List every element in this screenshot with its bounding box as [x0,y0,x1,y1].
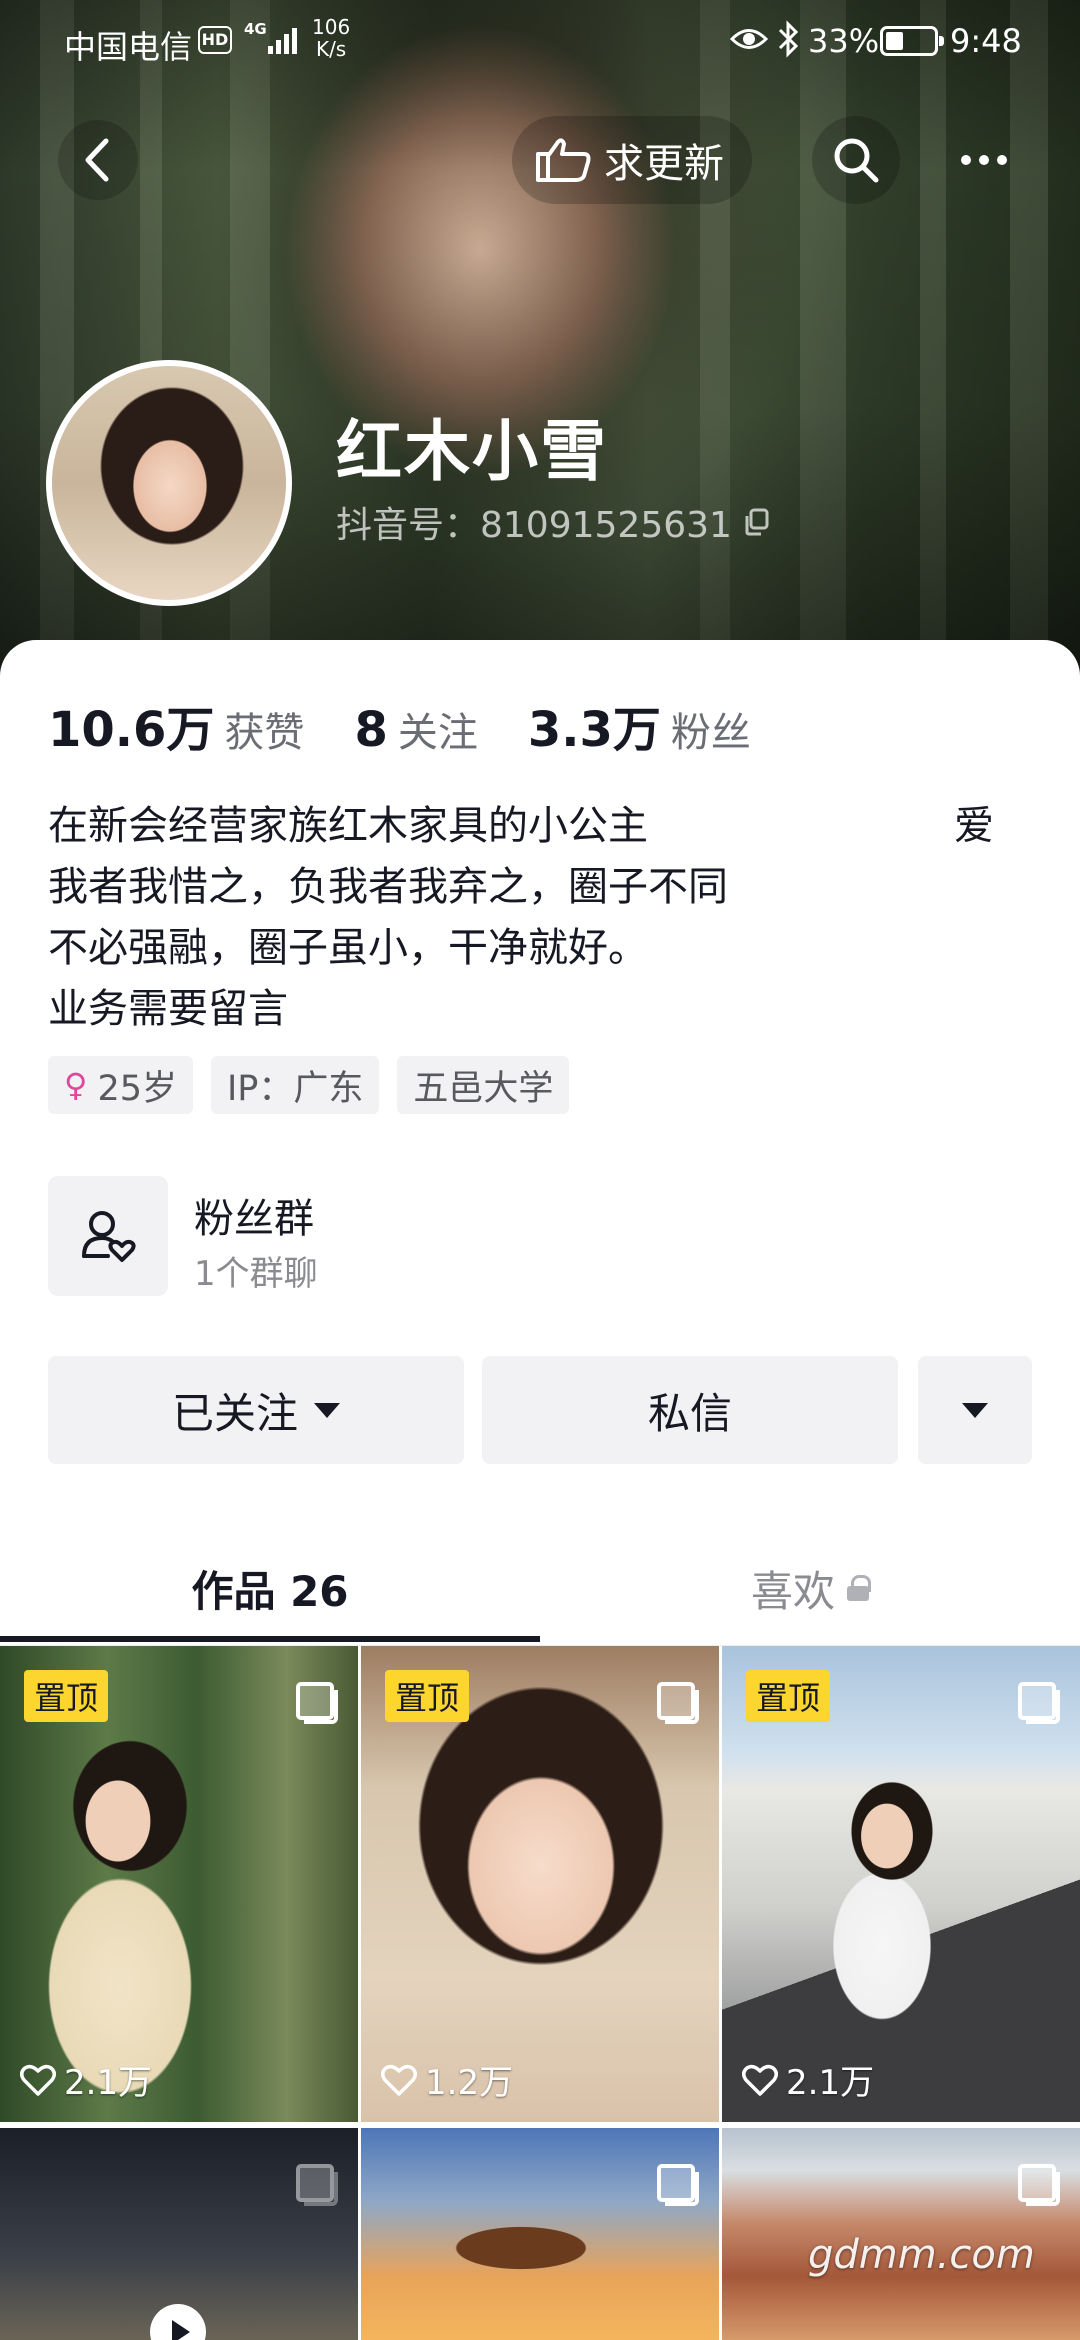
tag-text: 25岁 [97,1068,177,1109]
request-update-button[interactable]: 求更新 [512,116,752,204]
battery-icon [880,26,944,56]
profile-tags: ♀ 25岁 IP：广东 五邑大学 [48,1056,570,1114]
copy-icon[interactable] [744,508,770,536]
user-heart-icon [82,1211,136,1262]
followed-label: 已关注 [171,1388,298,1438]
message-button[interactable]: 私信 [482,1356,898,1464]
hand-point-icon [536,138,591,182]
carrier-name: 中国电信 [64,28,193,66]
fan-group-subtitle: 1个群聊 [194,1254,318,1294]
bio-line: 不必强融，圈子虽小，干净就好。 [48,925,648,971]
status-bar: 中国电信 HD 4G 106 K/s 33% 9:48 [0,0,1080,84]
caret-down-icon [314,1402,340,1418]
stat-following[interactable]: 8 关注 [354,700,477,758]
tab-active-indicator [0,1636,540,1642]
douyin-id-text: 抖音号：81091525631 [336,505,732,546]
gallery-icon [296,2164,338,2206]
play-icon [150,2304,206,2340]
like-count: 2.1万 [742,2055,874,2104]
stat-followers[interactable]: 3.3万 粉丝 [528,690,751,760]
request-update-label: 求更新 [604,141,724,187]
video-thumbnail[interactable]: 置顶 2.1万 [0,1646,358,2122]
hd-badge: HD [198,26,232,54]
gallery-icon [296,1682,338,1724]
eye-comfort-icon [730,29,768,49]
lock-icon [847,1575,871,1601]
followed-button[interactable]: 已关注 [48,1356,464,1464]
pinned-badge: 置顶 [385,1670,470,1722]
bluetooth-icon [778,20,799,58]
like-count: 2.1万 [20,2055,152,2104]
back-button[interactable] [58,120,138,200]
tag-text: IP：广东 [226,1068,364,1109]
heart-icon [381,2064,417,2096]
search-icon [834,138,879,183]
tag-school[interactable]: 五邑大学 [397,1056,570,1114]
stat-value: 3.3万 [527,702,661,758]
heart-icon [742,2064,778,2096]
signal-icon [268,24,297,54]
gallery-icon [657,1682,699,1724]
video-thumbnail[interactable] [361,2128,719,2340]
recommend-dropdown-button[interactable] [918,1356,1032,1464]
gallery-icon [657,2164,699,2206]
tab-likes-label: 喜欢 [750,1566,835,1616]
network-type: 4G [244,20,267,38]
bio-line: 我者我惜之，负我者我弃之，圈子不同 [48,864,728,910]
stat-label: 获赞 [224,710,305,756]
fan-group-icon-box [48,1176,168,1296]
tab-works-label: 作品 26 [191,1566,349,1616]
fan-group-entry[interactable]: 粉丝群 1个群聊 [48,1176,1032,1296]
bio-line: 在新会经营家族红木家具的小公主 [48,803,648,849]
video-thumbnail[interactable]: 置顶 1.2万 [361,1646,719,2122]
fan-group-title: 粉丝群 [194,1196,314,1242]
stat-likes[interactable]: 10.6万 获赞 [48,690,304,760]
stat-value: 8 [354,702,388,758]
battery-percent: 33% [808,22,880,60]
clock: 9:48 [950,22,1022,60]
pinned-badge: 置顶 [746,1670,831,1722]
stats-row: 10.6万 获赞 8 关注 3.3万 粉丝 [48,690,801,760]
stat-label: 关注 [397,710,478,756]
bio-text: 在新会经营家族红木家具的小公主 我者我惜之，负我者我弃之，圈子不同 不必强融，圈… [48,796,1008,1040]
bio-trailing-text: 爱 [954,803,994,849]
profile-tabs: 作品 26 喜欢 [0,1530,1080,1646]
douyin-id[interactable]: 抖音号：81091525631 [336,496,770,548]
tag-age: ♀ 25岁 [48,1056,193,1114]
stat-label: 粉丝 [670,710,751,756]
video-thumbnail[interactable] [0,2128,358,2340]
more-button[interactable] [940,116,1028,204]
chevron-left-icon [85,138,109,182]
heart-icon [20,2064,56,2096]
watermark: gdmm.com [808,2232,1035,2278]
network-speed: 106 K/s [312,15,351,61]
more-dots-icon [961,155,971,165]
tab-works[interactable]: 作品 26 [0,1530,540,1646]
nickname: 红木小雪 [336,413,608,490]
caret-down-icon [962,1402,988,1418]
tag-text: 五邑大学 [413,1068,554,1109]
action-buttons: 已关注 私信 [48,1356,1032,1464]
stat-value: 10.6万 [48,702,215,758]
search-button[interactable] [812,116,900,204]
bio-line: 业务需要留言 [48,986,288,1032]
tag-ip-location: IP：广东 [210,1056,380,1114]
female-icon: ♀ [64,1066,88,1104]
avatar[interactable] [46,360,292,606]
gallery-icon [1018,2164,1060,2206]
pinned-badge: 置顶 [24,1670,109,1722]
tab-likes[interactable]: 喜欢 [540,1530,1080,1646]
video-thumbnail[interactable]: 置顶 2.1万 [722,1646,1080,2122]
gallery-icon [1018,1682,1060,1724]
like-count: 1.2万 [381,2055,513,2104]
message-label: 私信 [647,1388,732,1438]
